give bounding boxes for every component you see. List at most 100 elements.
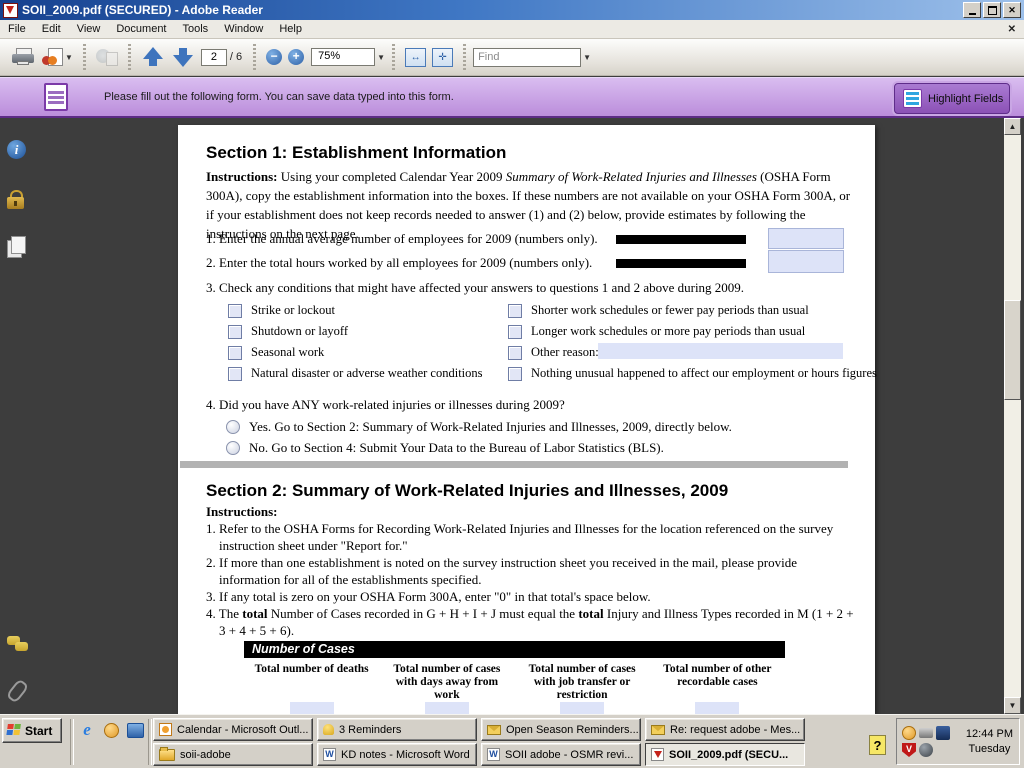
pdf-page: Section 1: Establishment Information Ins… [178,125,875,714]
pages-panel-icon[interactable] [7,236,27,257]
highlight-fields-label: Highlight Fields [928,93,1003,105]
collaborate-button[interactable]: ▼ [38,43,76,71]
checkbox-label: Shorter work schedules or fewer pay peri… [531,303,809,318]
menu-window[interactable]: Window [216,21,271,37]
other-reason-input[interactable] [598,343,843,359]
zoom-level-select[interactable]: 75% [311,48,375,66]
security-lock-icon[interactable] [7,190,27,210]
section2-heading: Section 2: Summary of Work-Related Injur… [206,481,728,501]
zoom-in-button[interactable]: + [288,49,304,65]
attachments-panel-icon[interactable] [11,680,31,702]
column-header-deaths: Total number of deaths [244,663,379,702]
toolbar-grip [392,44,395,70]
close-document-icon[interactable]: ✕ [1008,24,1016,35]
task-reminders[interactable]: 3 Reminders [317,718,477,741]
question-3-label: 3. Check any conditions that might have … [206,280,744,296]
checkbox-label: Strike or lockout [251,303,335,318]
taskbar-clock: 12:44 PM Tuesday [966,727,1019,757]
redaction-bar [616,235,746,244]
task-soii-adobe-folder[interactable]: soii-adobe [153,743,313,766]
fit-width-button[interactable]: ↔ [405,48,426,67]
column-header-days-away: Total number of cases with days away fro… [379,663,514,702]
employees-input[interactable] [768,228,844,249]
hours-input[interactable] [768,250,844,273]
zoom-out-button[interactable]: − [266,49,282,65]
strike-or-lockout-checkbox[interactable] [228,304,242,318]
section2-instructions-label: Instructions: [206,504,278,520]
window-title: SOII_2009.pdf (SECURED) - Adobe Reader [22,3,263,17]
highlight-fields-button[interactable]: Highlight Fields [894,83,1010,114]
instruction-item: 1. Refer to the OSHA Forms for Recording… [206,520,856,554]
other-reason-checkbox[interactable] [508,346,522,360]
days-away-input[interactable] [425,702,469,714]
print-button[interactable] [8,43,38,71]
show-desktop-icon[interactable] [126,721,144,739]
close-button[interactable]: ✕ [1003,2,1021,18]
comments-panel-icon[interactable] [7,636,27,654]
menu-document[interactable]: Document [108,21,174,37]
menu-edit[interactable]: Edit [34,21,69,37]
document-area: i Section 1: Establishment Information I… [0,118,1024,714]
number-of-cases-header: Number of Cases [244,641,785,658]
question-2-label: 2. Enter the total hours worked by all e… [206,255,592,271]
deaths-input[interactable] [290,702,334,714]
longer-schedules-checkbox[interactable] [508,325,522,339]
next-page-button[interactable] [168,43,198,71]
previous-page-button[interactable] [138,43,168,71]
checkbox-row: Shorter work schedules or fewer pay peri… [508,303,809,318]
task-soii-adobe-osmr-word[interactable]: W SOII adobe - OSMR revi... [481,743,641,766]
clock-time: 12:44 PM [966,727,1013,742]
checkbox-row: Natural disaster or adverse weather cond… [228,366,483,381]
task-open-season-reminders[interactable]: Open Season Reminders... [481,718,641,741]
fit-page-button[interactable]: ✛ [432,48,453,67]
column-header-transfer: Total number of cases with job transfer … [515,663,650,702]
share-button-disabled [93,43,121,71]
yes-radio-button[interactable] [226,420,240,434]
scroll-down-button[interactable]: ▼ [1004,697,1021,714]
title-bar: SOII_2009.pdf (SECURED) - Adobe Reader ✕ [0,0,1024,20]
menu-tools[interactable]: Tools [175,21,217,37]
task-request-adobe-message[interactable]: Re: request adobe - Mes... [645,718,805,741]
no-radio-button[interactable] [226,441,240,455]
internet-explorer-icon[interactable]: e [78,721,96,739]
section1-heading: Section 1: Establishment Information [206,143,506,163]
question-1-label: 1. Enter the annual average number of em… [206,231,598,247]
task-soii-2009-pdf-active[interactable]: SOII_2009.pdf (SECU... [645,743,805,766]
outlook-launch-icon[interactable] [102,721,120,739]
find-input[interactable] [473,48,581,67]
scroll-up-button[interactable]: ▲ [1004,118,1021,135]
menu-help[interactable]: Help [271,21,310,37]
seasonal-work-checkbox[interactable] [228,346,242,360]
taskbar: Start e Calendar - Microsoft Outl... 3 R… [0,714,1024,768]
restore-button[interactable] [983,2,1001,18]
scrollbar-thumb[interactable] [1004,300,1021,400]
find-dropdown-icon[interactable]: ▼ [583,53,591,62]
shorter-schedules-checkbox[interactable] [508,304,522,318]
minimize-button[interactable] [963,2,981,18]
menu-file[interactable]: File [0,21,34,37]
document-properties-icon[interactable]: i [7,140,27,159]
natural-disaster-checkbox[interactable] [228,367,242,381]
shutdown-or-layoff-checkbox[interactable] [228,325,242,339]
task-kd-notes-word[interactable]: W KD notes - Microsoft Word [317,743,477,766]
checkbox-row: Other reason: [508,345,599,360]
start-button[interactable]: Start [2,718,62,743]
antivirus-tray-icon[interactable]: V [902,743,916,757]
printer-tray-icon[interactable] [919,728,933,738]
other-cases-input[interactable] [695,702,739,714]
transfer-input[interactable] [560,702,604,714]
page-number-input[interactable] [201,49,227,66]
chevron-down-icon[interactable]: ▼ [377,53,385,62]
network-tray-icon[interactable] [936,726,950,740]
outlook-tray-icon[interactable] [902,726,916,740]
chevron-down-icon: ▼ [65,53,73,62]
checkbox-row: Strike or lockout [228,303,335,318]
instruction-item: 4. The total Number of Cases recorded in… [206,605,856,639]
vertical-scrollbar[interactable]: ▲ ▼ [1004,118,1021,714]
help-question-icon[interactable]: ? [869,735,886,755]
menu-view[interactable]: View [69,21,109,37]
nothing-unusual-checkbox[interactable] [508,367,522,381]
section2-instructions-list: 1. Refer to the OSHA Forms for Recording… [206,520,856,639]
volume-tray-icon[interactable] [919,743,933,757]
task-outlook-calendar[interactable]: Calendar - Microsoft Outl... [153,718,313,741]
